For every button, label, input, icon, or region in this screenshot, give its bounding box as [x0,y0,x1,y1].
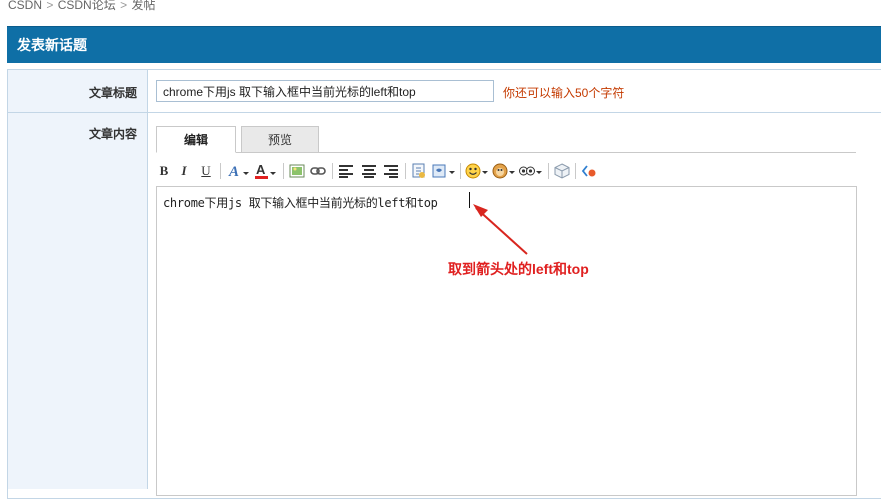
content-label-cell: 文章内容 [8,113,148,489]
page-title: 发表新话题 [17,37,87,53]
align-center-icon[interactable] [360,161,378,181]
svg-text:A: A [256,162,266,177]
toolbar-separator [548,163,549,179]
toolbar-separator [220,163,221,179]
toolbar-separator [283,163,284,179]
align-left-icon[interactable] [337,161,355,181]
underline-button[interactable]: U [199,161,213,181]
emoticon-smile-icon[interactable] [464,161,490,181]
insert-quote-icon[interactable] [431,161,457,181]
insert-table-icon[interactable] [552,161,572,181]
tab-edit[interactable]: 编辑 [156,126,236,153]
title-char-limit-hint: 你还可以输入50个字符 [503,86,625,100]
insert-link-icon[interactable] [309,161,327,181]
breadcrumb: CSDN > CSDN论坛 > 发帖 [8,0,155,13]
breadcrumb-link-forum[interactable]: CSDN论坛 [58,0,116,12]
font-style-icon[interactable]: A [227,161,251,181]
italic-button[interactable]: I [177,161,191,181]
breadcrumb-current: 发帖 [131,0,156,12]
emoticon-face-icon[interactable] [518,161,544,181]
insert-code-icon[interactable] [409,161,429,181]
insert-image-icon[interactable] [288,161,306,181]
annotation-arrow-icon [473,204,528,255]
toolbar-separator [405,163,406,179]
breadcrumb-link-csdn[interactable]: CSDN [8,0,42,12]
align-right-icon[interactable] [382,161,400,181]
tab-preview[interactable]: 预览 [241,126,319,153]
toolbar-separator [575,163,576,179]
breadcrumb-separator: > [120,0,128,12]
toolbar-separator [332,163,333,179]
breadcrumb-separator: > [46,0,54,12]
title-label: 文章标题 [88,86,137,100]
svg-text:A: A [228,164,239,180]
emoticon-monkey-icon[interactable] [491,161,517,181]
content-label: 文章内容 [88,127,137,141]
source-code-icon[interactable] [579,161,599,181]
title-label-cell: 文章标题 [8,70,148,112]
bold-button[interactable]: B [157,161,171,181]
font-color-icon[interactable]: A [254,161,278,181]
title-input[interactable] [156,80,494,102]
annotation-label: 取到箭头处的left和top [448,261,589,277]
page-header-bar: 发表新话题 [7,26,881,63]
editor-toolbar: B I U A A [157,161,857,183]
editor-content-text: chrome下用js 取下输入框中当前光标的left和top [163,196,438,210]
toolbar-separator [460,163,461,179]
